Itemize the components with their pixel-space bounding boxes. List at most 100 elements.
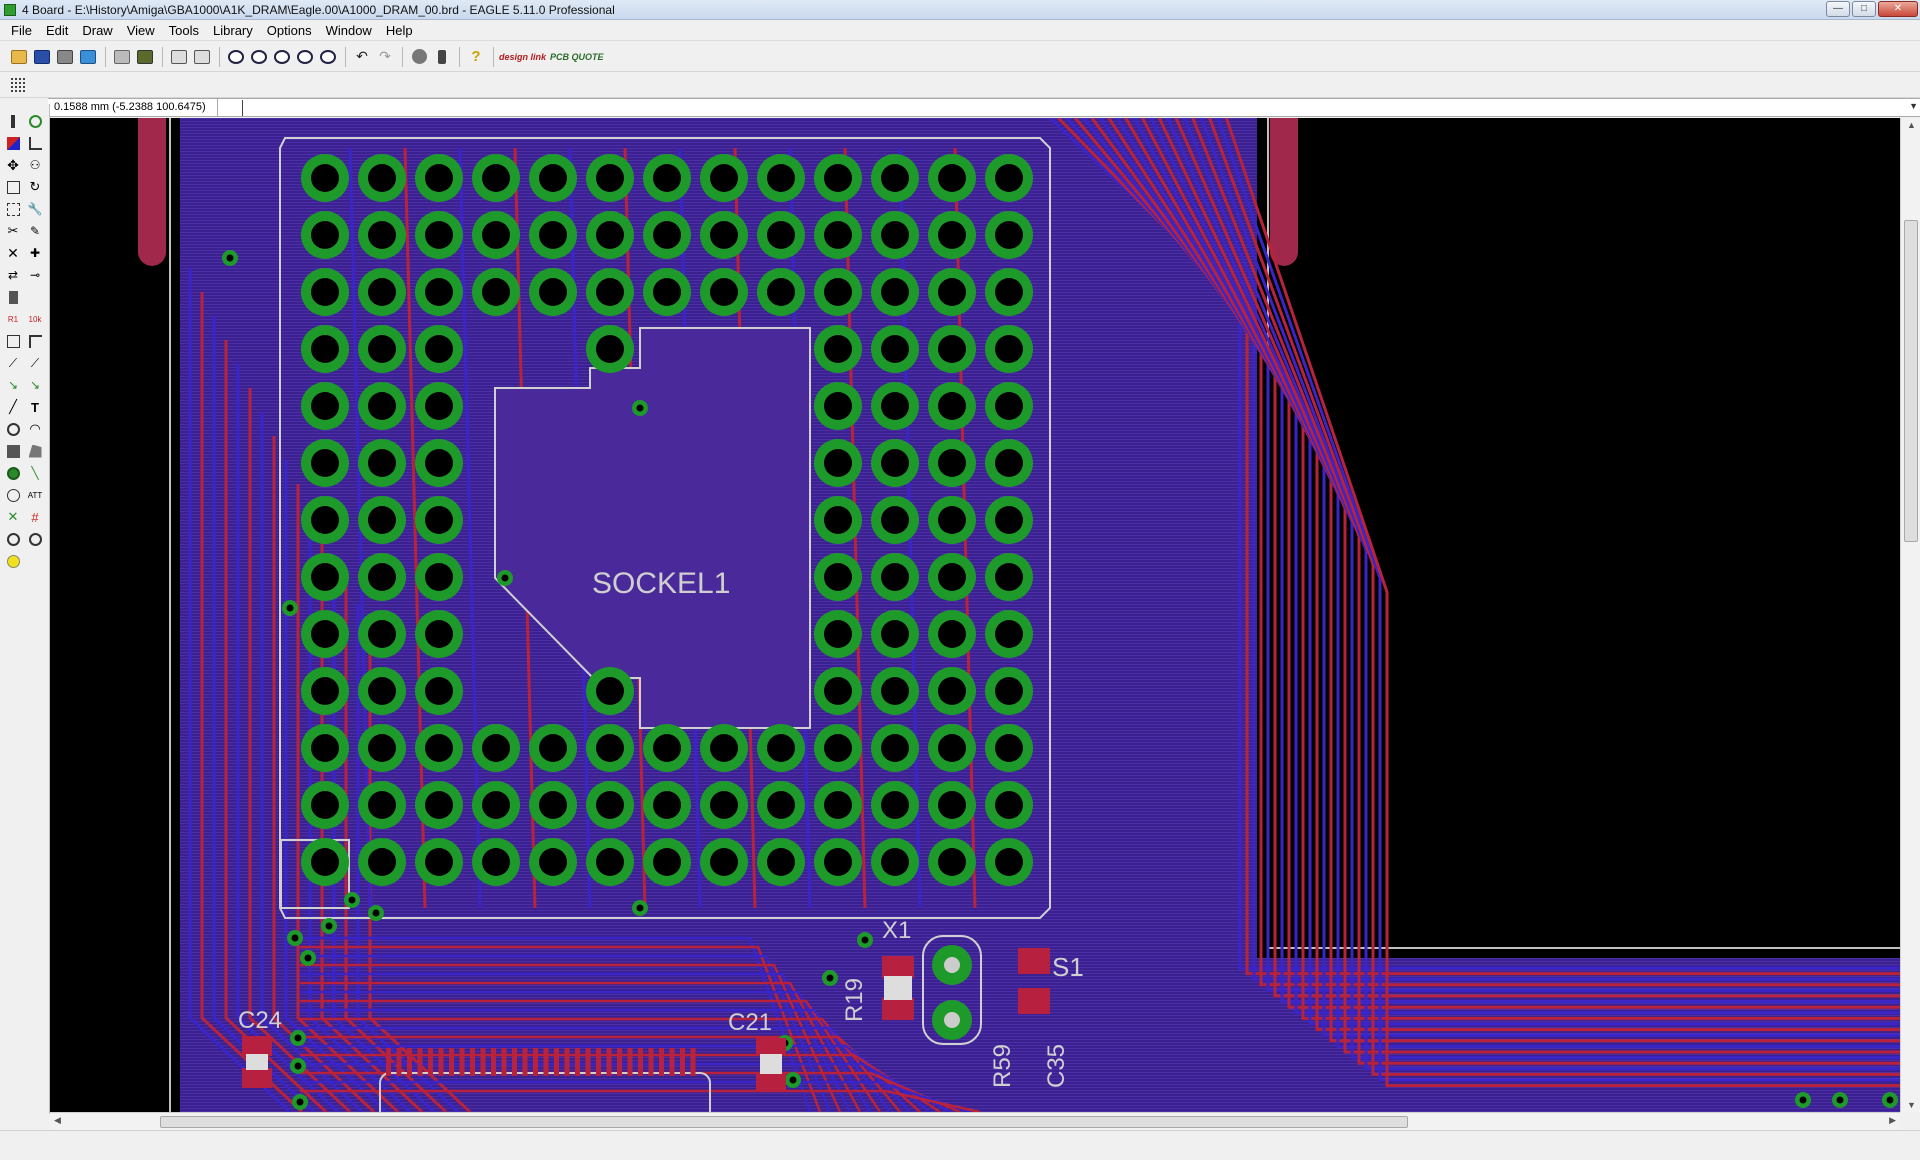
lock-icon[interactable]: ⊸ — [24, 264, 46, 286]
menu-view[interactable]: View — [120, 20, 162, 41]
rect-icon[interactable] — [2, 440, 24, 462]
redraw-icon[interactable] — [294, 46, 316, 68]
mirror-icon[interactable] — [2, 176, 24, 198]
text-icon[interactable]: T — [24, 396, 46, 418]
group-icon[interactable] — [2, 198, 24, 220]
autoroute-icon[interactable]: ↘ — [24, 374, 46, 396]
command-input[interactable] — [242, 99, 1842, 116]
pad-drill — [425, 221, 453, 249]
show-icon[interactable] — [24, 110, 46, 132]
zoom-fit-icon[interactable] — [225, 46, 247, 68]
rotate-icon[interactable]: ↻ — [24, 176, 46, 198]
qfp-pad — [638, 1048, 643, 1076]
ratsnest-icon[interactable]: ✕ — [2, 506, 24, 528]
chevron-down-icon[interactable]: ▼ — [1909, 101, 1918, 111]
smd-pad — [1018, 948, 1050, 974]
pcb-quote-button[interactable]: PCB QUOTE — [550, 52, 604, 62]
vertical-scrollbar[interactable]: ▲ ▼ — [1900, 118, 1920, 1112]
save-icon[interactable] — [31, 46, 53, 68]
split-icon[interactable] — [24, 330, 46, 352]
polygon-icon[interactable] — [24, 440, 46, 462]
help-icon[interactable]: ? — [465, 46, 487, 68]
ripup-icon[interactable]: ↘ — [2, 374, 24, 396]
move-icon[interactable]: ✥ — [2, 154, 24, 176]
cut-icon[interactable]: ✂ — [2, 220, 24, 242]
stop-icon[interactable] — [408, 46, 430, 68]
scroll-up-arrow[interactable]: ▲ — [1907, 120, 1916, 130]
scroll-right-arrow[interactable]: ▶ — [1889, 1115, 1896, 1126]
zoom-select-icon[interactable] — [317, 46, 339, 68]
qfp-pad — [585, 1048, 591, 1076]
menu-edit[interactable]: Edit — [39, 20, 75, 41]
route-icon[interactable]: ⟋ — [24, 352, 46, 374]
cam-processor-icon[interactable] — [77, 46, 99, 68]
menu-window[interactable]: Window — [319, 20, 379, 41]
delete-icon[interactable]: ✕ — [2, 242, 24, 264]
replace-icon[interactable]: ⇄ — [2, 264, 24, 286]
add-icon[interactable]: ✚ — [24, 242, 46, 264]
menu-file[interactable]: File — [4, 20, 39, 41]
menu-options[interactable]: Options — [260, 20, 319, 41]
display-icon[interactable] — [2, 132, 24, 154]
script-icon[interactable] — [168, 46, 190, 68]
menu-help[interactable]: Help — [379, 20, 420, 41]
horizontal-scroll-thumb[interactable] — [160, 1116, 1408, 1128]
print-icon[interactable] — [54, 46, 76, 68]
zoom-out-icon[interactable] — [271, 46, 293, 68]
pad-drill — [653, 734, 681, 762]
pad-drill — [881, 449, 909, 477]
scroll-down-arrow[interactable]: ▼ — [1907, 1100, 1916, 1110]
schematic-board-switch-icon[interactable] — [111, 46, 133, 68]
close-button[interactable]: ✕ — [1878, 1, 1918, 17]
via-drill — [296, 1098, 304, 1106]
scroll-left-arrow[interactable]: ◀ — [54, 1115, 61, 1126]
open-icon[interactable] — [8, 46, 30, 68]
warning-icon[interactable] — [2, 550, 24, 572]
undo-icon[interactable]: ↶ — [351, 46, 373, 68]
pad-drill — [710, 734, 738, 762]
ulp-run-icon[interactable] — [191, 46, 213, 68]
errors-icon[interactable] — [24, 528, 46, 550]
go-icon[interactable] — [431, 46, 453, 68]
arc-icon[interactable]: ◠ — [24, 418, 46, 440]
value-icon[interactable]: R1 — [2, 308, 24, 330]
drc-icon[interactable] — [2, 528, 24, 550]
autorouter-icon[interactable]: # — [24, 506, 46, 528]
toolbar-separator — [219, 46, 220, 67]
pad-drill — [368, 278, 396, 306]
design-link-button[interactable]: design link — [499, 52, 546, 62]
title-bar: 4 Board - E:\History\Amiga\GBA1000\A1K_D… — [0, 0, 1920, 20]
maximize-button[interactable]: □ — [1852, 1, 1876, 17]
board-canvas[interactable]: SOCKEL1 X1 S1 C24 C21 R19 R59 C35 — [50, 118, 1900, 1112]
smash-icon[interactable]: 10k — [24, 308, 46, 330]
mark-icon[interactable] — [24, 132, 46, 154]
info-icon[interactable] — [2, 110, 24, 132]
menu-draw[interactable]: Draw — [75, 20, 119, 41]
redo-icon[interactable]: ↷ — [374, 46, 396, 68]
pcb-layout[interactable]: SOCKEL1 X1 S1 C24 C21 R19 R59 C35 — [50, 118, 1900, 1112]
wire-icon[interactable]: ╱ — [2, 396, 24, 418]
via-icon[interactable] — [2, 462, 24, 484]
zoom-in-icon[interactable] — [248, 46, 270, 68]
attribute-icon[interactable]: ATT — [24, 484, 46, 506]
via-drill — [501, 574, 509, 582]
paste-icon[interactable]: ✎ — [24, 220, 46, 242]
minimize-button[interactable]: — — [1826, 1, 1850, 17]
menu-tools[interactable]: Tools — [162, 20, 206, 41]
miter-icon[interactable] — [2, 330, 24, 352]
grid-icon[interactable] — [10, 76, 26, 93]
horizontal-scrollbar[interactable]: ◀ ▶ — [50, 1112, 1900, 1130]
signal-icon[interactable]: ╲ — [24, 462, 46, 484]
hole-icon[interactable] — [2, 484, 24, 506]
name-icon[interactable] — [2, 286, 24, 308]
ulp-icon[interactable] — [134, 46, 156, 68]
trace — [1191, 118, 1900, 1065]
optimize-icon[interactable]: ⟋ — [2, 352, 24, 374]
vertical-scroll-thumb[interactable] — [1904, 220, 1918, 542]
copy-icon[interactable]: ⚇ — [24, 154, 46, 176]
pad-drill — [881, 335, 909, 363]
pad-drill — [311, 791, 339, 819]
menu-library[interactable]: Library — [206, 20, 260, 41]
change-icon[interactable]: 🔧 — [24, 198, 46, 220]
circle-icon[interactable] — [2, 418, 24, 440]
